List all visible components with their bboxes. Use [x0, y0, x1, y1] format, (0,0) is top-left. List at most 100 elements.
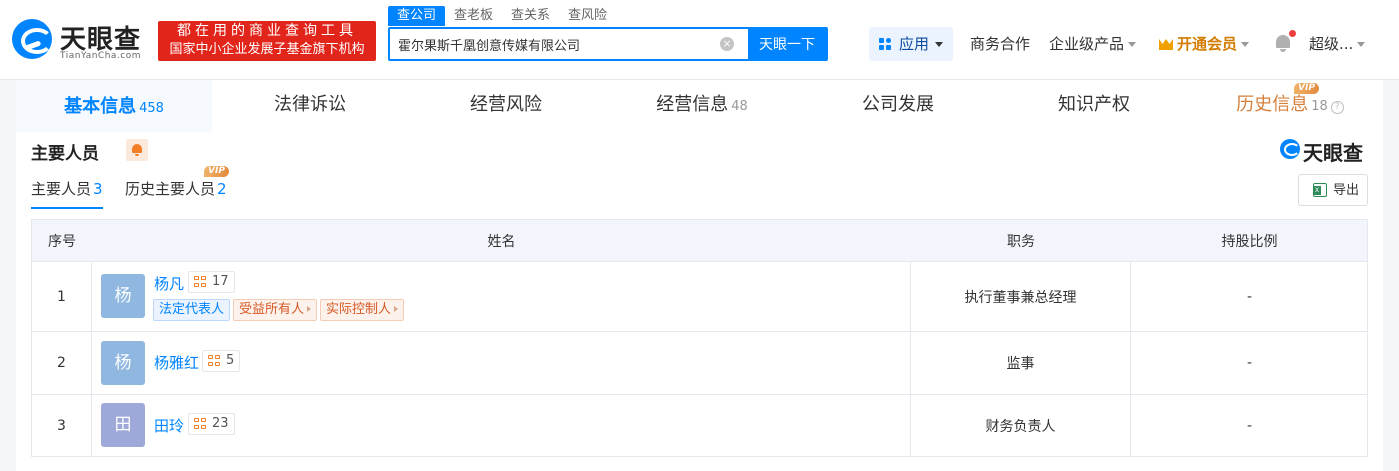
search-tab-boss[interactable]: 查老板	[445, 6, 502, 26]
bell-alert-icon[interactable]	[126, 139, 148, 161]
help-icon[interactable]: ?	[1330, 101, 1344, 114]
tab-label: 公司发展	[862, 94, 934, 115]
person-name-link[interactable]: 杨凡	[154, 273, 184, 294]
tab-ip[interactable]: 知识产权	[996, 80, 1192, 132]
grid-icon	[879, 38, 892, 51]
slogan-banner: 都在用的商业查询工具 国家中小企业发展子基金旗下机构	[158, 21, 376, 61]
logo-domain: TianYanCha.com	[60, 51, 142, 61]
sub-tab-label: 历史主要人员	[125, 180, 216, 198]
position-cell: 监事	[911, 332, 1131, 394]
user-menu[interactable]: 超级...	[1309, 33, 1366, 54]
role-tag-beneficial-owner[interactable]: 受益所有人	[233, 299, 318, 321]
tab-historical-personnel[interactable]: 历史主要人员 2	[125, 178, 227, 207]
chevron-down-icon	[1128, 42, 1137, 47]
row-index: 2	[32, 332, 92, 394]
nav-enterprise-label: 企业级产品	[1049, 35, 1125, 53]
relation-count: 5	[226, 353, 235, 368]
avatar[interactable]: 田	[101, 403, 145, 447]
avatar[interactable]: 杨	[101, 341, 145, 385]
relation-count-tag[interactable]: 23	[188, 413, 235, 435]
relation-count-tag[interactable]: 5	[202, 350, 241, 372]
search-tab-risk[interactable]: 查风险	[559, 6, 616, 26]
col-header-share: 持股比例	[1221, 233, 1278, 250]
chevron-down-icon	[1357, 42, 1366, 47]
company-main-tabs: 基本信息 458 法律诉讼 经营风险 经营信息 48 公司发展 知识产权 历史信息 1…	[16, 80, 1383, 132]
key-personnel-card: 主要人员 天眼查 主要人员3 历史主要人员2 VIP 导出 序号 姓名 职务 持…	[16, 132, 1383, 471]
table-row: 2 杨 杨雅红 5 监事 -	[31, 332, 1368, 395]
chevron-down-icon	[1241, 42, 1250, 47]
apps-button[interactable]: 应用	[869, 27, 953, 61]
tab-count: 48	[731, 99, 748, 114]
person-cell: 杨 杨雅红 5	[92, 332, 911, 394]
person-cell: 田 田玲 23	[92, 395, 911, 456]
nav-open-vip[interactable]: 开通会员	[1159, 33, 1250, 54]
sub-tab-count: 2	[217, 180, 227, 198]
brand-text: 天眼查	[1303, 141, 1363, 165]
table-header-row: 序号 姓名 职务 持股比例	[31, 219, 1368, 262]
avatar[interactable]: 杨	[101, 274, 145, 318]
relation-graph-icon	[208, 355, 221, 367]
tab-basic-info[interactable]: 基本信息 458	[16, 80, 212, 132]
col-header-name: 姓名	[487, 233, 516, 250]
top-header: 天眼查 TianYanCha.com 都在用的商业查询工具 国家中小企业发展子基…	[0, 0, 1399, 80]
crown-icon	[1159, 39, 1173, 50]
excel-icon	[1313, 183, 1327, 197]
vip-badge: VIP	[1294, 83, 1319, 94]
table-row: 1 杨 杨凡 17 法定代表人 受益所有人 实际控制人 执行董事兼总经理 -	[31, 262, 1368, 332]
tab-current-personnel[interactable]: 主要人员 3	[31, 178, 103, 209]
role-tag-label: 受益所有人	[239, 302, 305, 317]
sub-tab-count: 3	[93, 180, 103, 198]
vip-badge: VIP	[204, 166, 229, 177]
person-name-link[interactable]: 杨雅红	[154, 352, 199, 373]
tab-history-info[interactable]: 历史信息 18?	[1192, 80, 1388, 132]
position-cell: 财务负责人	[911, 395, 1131, 456]
search-box: × 天眼一下	[388, 27, 828, 61]
person-cell: 杨 杨凡 17 法定代表人 受益所有人 实际控制人	[92, 262, 911, 331]
section-title: 主要人员	[31, 144, 99, 164]
tab-development[interactable]: 公司发展	[800, 80, 996, 132]
clear-icon[interactable]: ×	[720, 37, 734, 51]
tab-operational-risk[interactable]: 经营风险	[408, 80, 604, 132]
export-button[interactable]: 导出	[1298, 174, 1368, 206]
role-tag-label: 实际控制人	[326, 302, 392, 317]
relation-count: 17	[212, 274, 229, 289]
tab-label: 知识产权	[1058, 94, 1130, 115]
notification-dot	[1289, 30, 1296, 37]
row-index: 1	[32, 262, 92, 331]
site-logo[interactable]: 天眼查 TianYanCha.com	[12, 17, 152, 65]
tab-label: 经营风险	[470, 94, 542, 115]
relation-count-tag[interactable]: 17	[188, 271, 235, 293]
col-header-index: 序号	[48, 233, 76, 250]
search-tab-relation[interactable]: 查关系	[502, 6, 559, 26]
slogan-line-2: 国家中小企业发展子基金旗下机构	[169, 42, 365, 57]
nav-vip-label: 开通会员	[1177, 35, 1238, 53]
bell-icon[interactable]	[1275, 34, 1291, 52]
tab-operational-info[interactable]: 经营信息 48	[604, 80, 800, 132]
relation-count: 23	[212, 416, 229, 431]
tianyancha-logo-icon	[12, 19, 53, 59]
tianyancha-logo-icon	[1280, 139, 1300, 159]
tab-legal[interactable]: 法律诉讼	[212, 80, 408, 132]
table-row: 3 田 田玲 23 财务负责人 -	[31, 395, 1368, 457]
share-cell: -	[1246, 288, 1253, 305]
nav-enterprise-products[interactable]: 企业级产品	[1049, 33, 1137, 54]
brand-watermark: 天眼查	[1280, 137, 1380, 165]
tab-label: 基本信息	[64, 96, 137, 117]
search-button[interactable]: 天眼一下	[748, 29, 826, 59]
role-tag-actual-controller[interactable]: 实际控制人	[320, 299, 405, 321]
position-cell: 执行董事兼总经理	[911, 262, 1131, 331]
person-name-link[interactable]: 田玲	[154, 415, 184, 436]
nav-business-cooperation[interactable]: 商务合作	[970, 33, 1030, 54]
tab-count: 18	[1311, 99, 1328, 114]
row-index: 3	[32, 395, 92, 456]
relation-graph-icon	[194, 418, 207, 430]
role-tag-legal-rep[interactable]: 法定代表人	[153, 299, 231, 321]
role-tags: 法定代表人 受益所有人 实际控制人	[153, 299, 407, 321]
export-label: 导出	[1333, 182, 1360, 197]
search-input[interactable]	[390, 29, 746, 59]
relation-graph-icon	[194, 276, 207, 288]
chevron-down-icon	[935, 42, 943, 47]
tab-label: 历史信息	[1236, 94, 1309, 115]
search-tab-company[interactable]: 查公司	[388, 6, 446, 26]
play-icon	[307, 306, 312, 312]
